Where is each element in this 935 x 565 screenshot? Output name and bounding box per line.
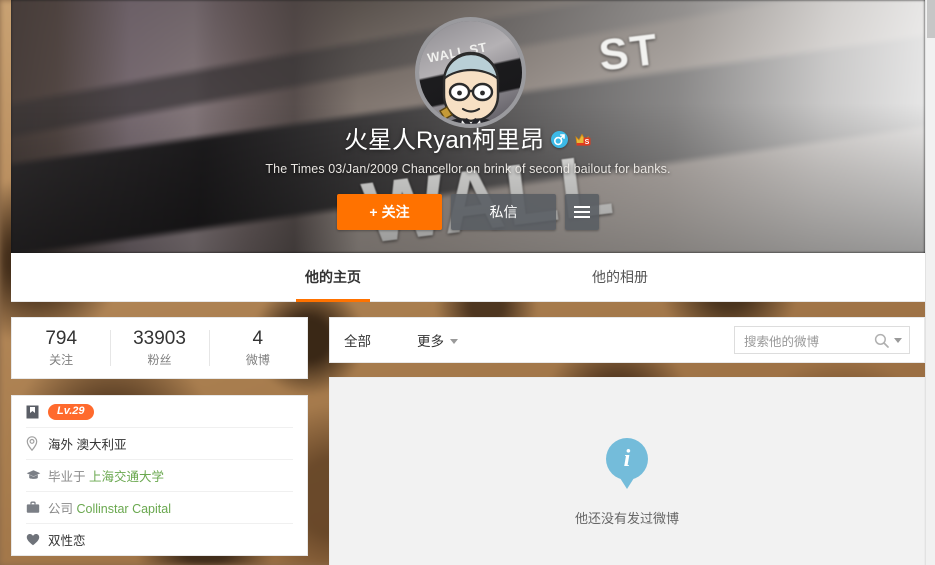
info-orientation-text: 双性恋 [48, 534, 86, 548]
avatar[interactable]: WALL ST [415, 17, 526, 128]
stat-weibo-label: 微博 [245, 353, 270, 367]
tab-active-underline [296, 299, 370, 302]
more-menu-button[interactable] [565, 194, 599, 230]
follow-button[interactable]: + 关注 [337, 194, 442, 230]
profile-tabbar: 他的主页 他的相册 [11, 253, 925, 302]
feed-toolbar: 全部 更多 搜索他的微博 [329, 317, 925, 363]
info-location-text: 海外 澳大利亚 [48, 438, 127, 452]
graduation-cap-icon [26, 469, 48, 482]
screen-name: 火星人Ryan柯里昂 [343, 127, 545, 154]
search-chevron-down-icon[interactable] [894, 337, 902, 343]
feed-empty-state: i 他还没有发过微博 [329, 377, 925, 565]
tab-his-album[interactable]: 他的相册 [550, 253, 690, 301]
feed-filter-all[interactable]: 全部 [344, 330, 371, 350]
stat-followers-value: 33903 [133, 328, 186, 349]
feed-filter-more[interactable]: 更多 [417, 330, 458, 350]
stat-following[interactable]: 794 关注 [12, 318, 110, 378]
chevron-down-icon [450, 339, 458, 344]
info-education-link[interactable]: 上海交通大学 [89, 470, 164, 484]
stats-card: 794 关注 33903 粉丝 4 微博 [11, 317, 308, 379]
profile-cover: WALL ST WALL ST [11, 0, 925, 253]
info-education-prefix: 毕业于 [48, 470, 86, 484]
heart-icon [26, 533, 48, 546]
location-pin-icon [26, 436, 48, 451]
page-scrollbar-thumb[interactable] [927, 0, 935, 38]
info-row-location: 海外 澳大利亚 [26, 428, 293, 460]
tab-his-homepage[interactable]: 他的主页 [263, 253, 403, 302]
tab-his-homepage-label: 他的主页 [305, 269, 361, 285]
stat-following-value: 794 [45, 328, 78, 349]
male-gender-icon[interactable] [551, 130, 569, 148]
search-weibo-placeholder: 搜索他的微博 [744, 334, 820, 349]
info-row-company: 公司 Collinstar Capital [26, 492, 293, 524]
svg-text:S: S [585, 139, 590, 146]
profile-page: WALL ST WALL ST [11, 0, 925, 565]
message-button-label: 私信 [489, 204, 518, 220]
info-company-text: 公司 Collinstar Capital [48, 498, 171, 517]
right-column: 全部 更多 搜索他的微博 i 他还没有发过微博 [329, 317, 925, 565]
badge-flag-icon [26, 405, 48, 419]
profile-info-card: Lv.29 海外 澳大利亚 毕业于 上海交通大学 公司 Collinstar C… [11, 395, 308, 556]
info-bubble-icon: i [606, 438, 648, 480]
info-education-text: 毕业于 上海交通大学 [48, 466, 164, 485]
stat-followers-label: 粉丝 [147, 353, 172, 367]
info-row-orientation: 双性恋 [26, 524, 293, 555]
avatar-face-icon [438, 51, 499, 124]
hamburger-menu-icon [574, 206, 590, 208]
info-company-link[interactable]: Collinstar Capital [77, 502, 171, 516]
stat-followers[interactable]: 33903 粉丝 [110, 318, 208, 378]
search-weibo-input[interactable]: 搜索他的微博 [734, 326, 910, 354]
vip-crown-icon[interactable]: S [574, 131, 592, 148]
info-company-prefix: 公司 [48, 502, 74, 516]
feed-empty-message: 他还没有发过微博 [574, 511, 679, 526]
info-row-level: Lv.29 [26, 396, 293, 428]
search-icon[interactable] [874, 333, 889, 348]
profile-bio: The Times 03/Jan/2009 Chancellor on brin… [265, 162, 671, 176]
level-badge[interactable]: Lv.29 [48, 403, 94, 420]
info-row-education: 毕业于 上海交通大学 [26, 460, 293, 492]
page-scrollbar[interactable] [925, 0, 935, 565]
plus-icon: + [369, 204, 378, 220]
left-column: 794 关注 33903 粉丝 4 微博 Lv.29 海外 澳大利亚 毕业于 上… [11, 317, 308, 556]
feed-filter-more-label: 更多 [417, 334, 444, 349]
cover-sign-st-text: ST [596, 24, 662, 81]
follow-button-label: 关注 [381, 204, 410, 220]
stat-weibo[interactable]: 4 微博 [208, 318, 307, 378]
message-button[interactable]: 私信 [451, 194, 556, 230]
identity-block: 火星人Ryan柯里昂 S The Times 03/Jan/2009 Chance… [11, 126, 925, 176]
tab-his-album-label: 他的相册 [592, 269, 648, 285]
stat-following-label: 关注 [49, 353, 74, 367]
profile-actions: + 关注 私信 [11, 194, 925, 230]
stat-weibo-value: 4 [252, 328, 264, 349]
briefcase-icon [26, 501, 48, 514]
